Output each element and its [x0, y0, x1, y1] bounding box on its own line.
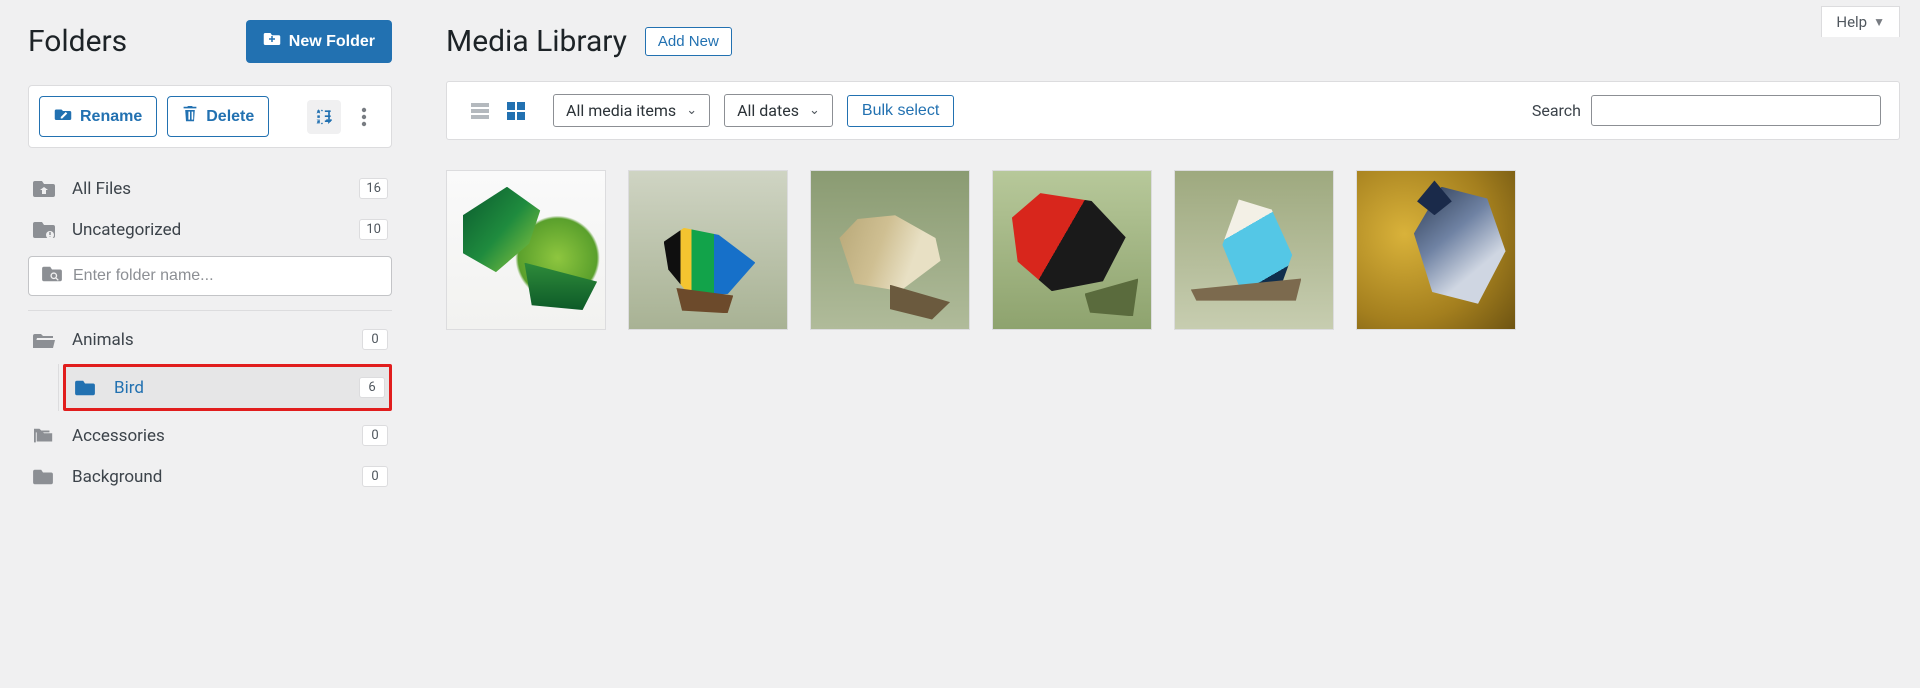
more-options-button[interactable] [347, 100, 381, 134]
sort-button[interactable]: AZ [307, 100, 341, 134]
new-folder-label: New Folder [289, 33, 375, 51]
folders-sidebar: Folders New Folder Rename [0, 0, 420, 688]
date-select[interactable]: All dates ⌄ [724, 94, 833, 127]
animals-label: Animals [72, 330, 348, 350]
all-files-count: 16 [359, 178, 388, 199]
uncategorized-count: 10 [359, 219, 388, 240]
selected-folder-highlight: Bird 6 [63, 364, 392, 411]
animals-count: 0 [362, 329, 388, 350]
delete-button[interactable]: Delete [167, 96, 269, 137]
new-folder-button[interactable]: New Folder [246, 20, 392, 63]
home-folder-icon [32, 179, 58, 199]
help-label: Help [1836, 13, 1867, 31]
tree-item-background[interactable]: Background 0 [28, 456, 392, 497]
media-thumb[interactable] [446, 170, 606, 330]
filter-bar: All media items ⌄ All dates ⌄ Bulk selec… [446, 81, 1900, 140]
media-thumb[interactable] [810, 170, 970, 330]
folder-search-input[interactable] [73, 267, 379, 285]
folders-stack-icon [32, 426, 58, 446]
accessories-count: 0 [362, 425, 388, 446]
grid-view-button[interactable] [501, 96, 531, 126]
media-thumb[interactable] [1356, 170, 1516, 330]
folder-search [28, 256, 392, 296]
main-content: Help ▼ Media Library Add New All media i… [420, 0, 1920, 688]
rename-label: Rename [80, 108, 142, 126]
folder-plus-icon [263, 31, 281, 52]
media-thumb[interactable] [628, 170, 788, 330]
sidebar-item-uncategorized[interactable]: Uncategorized 10 [28, 209, 392, 250]
background-label: Background [72, 467, 348, 487]
media-type-value: All media items [566, 101, 676, 120]
background-count: 0 [362, 466, 388, 487]
uncategorized-label: Uncategorized [72, 220, 345, 240]
pencil-folder-icon [54, 106, 72, 127]
list-view-button[interactable] [465, 96, 495, 126]
bulk-select-button[interactable]: Bulk select [847, 95, 954, 127]
tree-item-animals[interactable]: Animals 0 [28, 319, 392, 360]
accessories-label: Accessories [72, 426, 348, 446]
delete-label: Delete [206, 108, 254, 126]
tree-item-accessories[interactable]: Accessories 0 [28, 415, 392, 456]
tree-item-bird[interactable]: Bird 6 [66, 367, 389, 408]
folder-icon [32, 468, 58, 486]
chevron-down-icon: ⌄ [809, 103, 820, 118]
folder-icon [74, 379, 100, 397]
date-value: All dates [737, 101, 799, 120]
alert-folder-icon [32, 220, 58, 240]
rename-button[interactable]: Rename [39, 96, 157, 137]
media-type-select[interactable]: All media items ⌄ [553, 94, 710, 127]
media-thumb[interactable] [992, 170, 1152, 330]
add-new-button[interactable]: Add New [645, 27, 732, 56]
sidebar-item-all-files[interactable]: All Files 16 [28, 168, 392, 209]
svg-text:A: A [317, 109, 321, 115]
bird-count: 6 [359, 377, 385, 398]
search-folder-icon [41, 265, 63, 287]
svg-text:Z: Z [317, 119, 321, 125]
all-files-label: All Files [72, 179, 345, 199]
folder-toolbar: Rename Delete AZ [28, 85, 392, 148]
help-tab[interactable]: Help ▼ [1821, 6, 1900, 37]
media-thumb[interactable] [1174, 170, 1334, 330]
chevron-down-icon: ▼ [1873, 15, 1885, 29]
search-input[interactable] [1591, 95, 1881, 126]
search-label: Search [1532, 101, 1581, 120]
sidebar-title: Folders [28, 24, 127, 59]
divider [28, 310, 392, 311]
bird-label: Bird [114, 378, 345, 398]
chevron-down-icon: ⌄ [686, 103, 697, 118]
media-grid [446, 170, 1900, 330]
trash-icon [182, 105, 198, 128]
page-title: Media Library [446, 24, 627, 59]
folder-open-icon [32, 330, 58, 350]
